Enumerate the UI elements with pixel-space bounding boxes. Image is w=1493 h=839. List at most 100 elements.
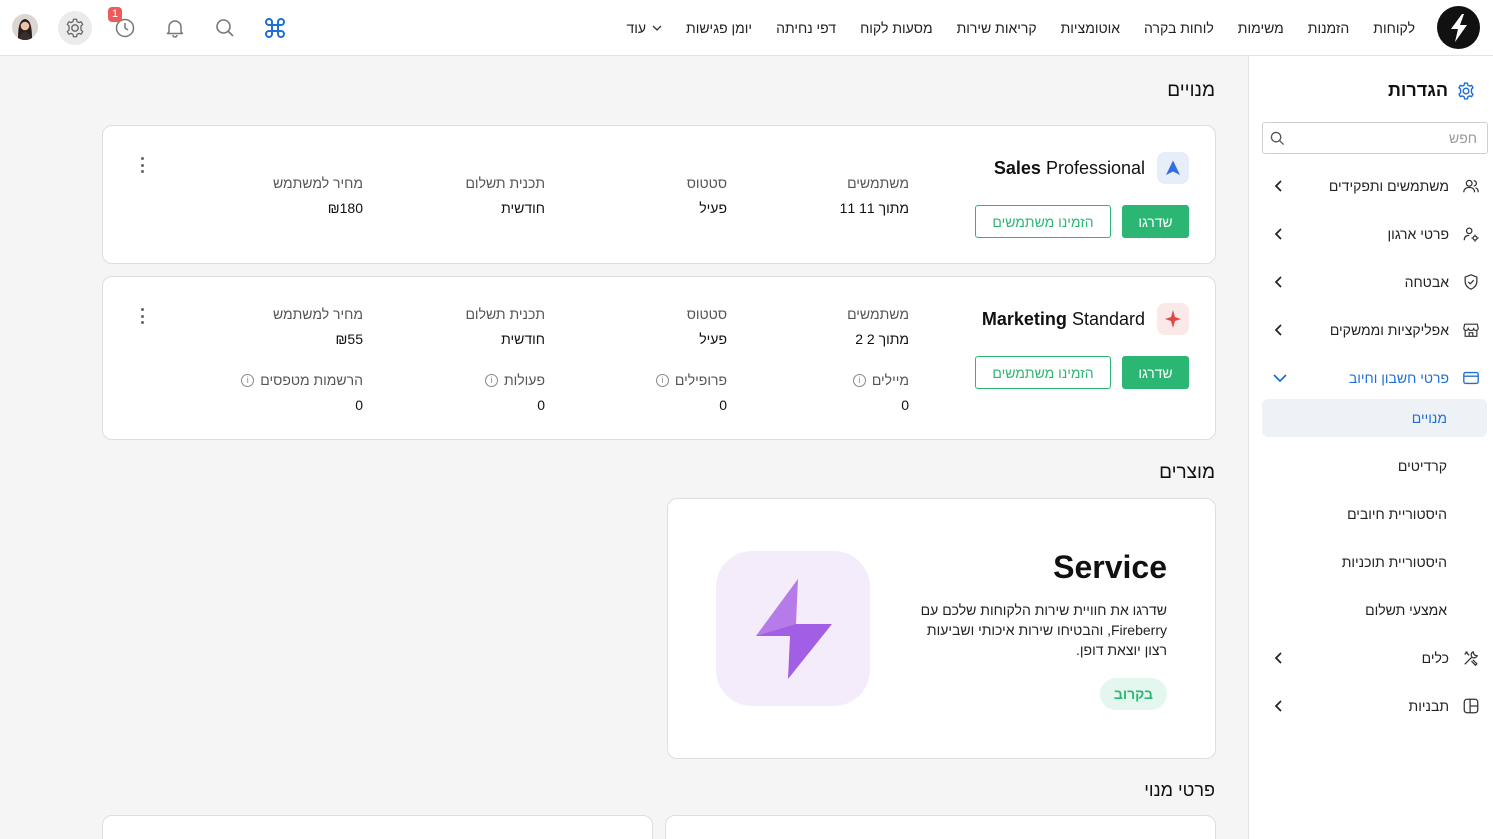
chevron-left-icon <box>1274 324 1282 336</box>
emails-value: 0 <box>901 397 909 413</box>
nav-item-customer-journeys[interactable]: מסעות לקוח <box>860 20 933 36</box>
more-options-icon[interactable] <box>139 157 145 173</box>
nav-item-dashboards[interactable]: לוחות בקרה <box>1144 20 1214 36</box>
upgrade-button[interactable]: שדרגו <box>1122 356 1189 389</box>
actions-header: פעולות i <box>363 372 545 388</box>
notification-count-badge: 1 <box>108 7 122 22</box>
plan-name-rest: Professional <box>1045 158 1145 178</box>
sidebar-item-label: משתמשים ותפקידים <box>1328 178 1449 194</box>
payment-plan-column: תכנית תשלום חודשית <box>363 175 545 216</box>
nav-item-service-calls[interactable]: קריאות שירות <box>957 20 1037 36</box>
form-signups-column: הרשמות מטפסים i 0 <box>181 372 363 413</box>
sidebar-subitem-subscriptions[interactable]: מנויים <box>1262 399 1487 437</box>
sidebar-item-label: פרטי ארגון <box>1387 226 1449 242</box>
sidebar-subitem-credits[interactable]: קרדיטים <box>1262 447 1487 485</box>
profiles-value: 0 <box>719 397 727 413</box>
credit-card-icon <box>1461 368 1481 388</box>
settings-sidebar: הגדרות משתמשים ותפקידים פרטי ארגון אבטחה… <box>1248 56 1493 839</box>
invite-users-button[interactable]: הזמינו משתמשים <box>975 356 1111 389</box>
plan-card-sales: Sales Professional שדרגו הזמינו משתמשים … <box>102 125 1216 264</box>
sidebar-subitem-billing-history[interactable]: היסטוריית חיובים <box>1262 495 1487 533</box>
settings-title: הגדרות <box>1388 80 1476 101</box>
fireberry-logo[interactable] <box>1437 6 1480 49</box>
search-icon <box>216 19 234 37</box>
navigation-arrow-icon <box>1157 152 1189 184</box>
sidebar-item-label: אפליקציות וממשקים <box>1329 322 1449 338</box>
subscription-details-card-right <box>665 815 1216 839</box>
profiles-column: פרופילים i 0 <box>545 372 727 413</box>
gear-icon <box>1458 81 1474 100</box>
sidebar-subitem-plan-history[interactable]: היסטוריית תוכניות <box>1262 543 1487 581</box>
chevron-left-icon <box>1274 700 1282 712</box>
users-column: משתמשים 2 מתוך 2 <box>727 306 909 347</box>
sidebar-item-templates[interactable]: תבניות <box>1261 686 1487 726</box>
sidebar-item-apps-integrations[interactable]: אפליקציות וממשקים <box>1261 310 1487 350</box>
price-label: מחיר למשתמש <box>272 175 363 191</box>
payment-plan-value: חודשית <box>501 200 545 216</box>
sidebar-item-label: כלים <box>1421 650 1449 666</box>
subscription-details-card-left <box>102 815 653 839</box>
profiles-label: פרופילים <box>674 372 727 388</box>
actions-label: פעולות <box>503 372 545 388</box>
org-settings-icon <box>1461 224 1481 244</box>
chevron-down-icon <box>652 25 662 31</box>
upgrade-button[interactable]: שדרגו <box>1122 205 1189 238</box>
nav-item-more[interactable]: עוד <box>626 20 662 36</box>
chevron-left-icon <box>1274 228 1282 240</box>
price-column: מחיר למשתמש ₪55 <box>181 306 363 347</box>
sidebar-subitem-payment-methods[interactable]: אמצעי תשלום <box>1262 591 1487 629</box>
more-options-icon[interactable] <box>139 308 145 324</box>
sidebar-item-org-details[interactable]: פרטי ארגון <box>1261 214 1487 254</box>
star-spark-icon <box>1157 303 1189 335</box>
sidebar-item-security[interactable]: אבטחה <box>1261 262 1487 302</box>
settings-title-label: הגדרות <box>1388 80 1448 100</box>
sidebar-item-label: פרטי חשבון וחיוב <box>1348 370 1449 386</box>
settings-button[interactable] <box>58 11 92 45</box>
info-icon[interactable]: i <box>655 373 669 387</box>
nav-item-tasks[interactable]: משימות <box>1238 20 1284 36</box>
status-value: פעיל <box>699 200 727 216</box>
chevron-left-icon <box>1274 180 1282 192</box>
price-value: ₪180 <box>327 200 363 216</box>
gear-icon <box>66 18 84 38</box>
top-nav-bar: לקוחות הזמנות משימות לוחות בקרה אוטומציו… <box>0 0 1493 56</box>
actions-value: 0 <box>537 397 545 413</box>
info-icon[interactable]: i <box>241 373 255 387</box>
search-icon <box>1270 131 1285 146</box>
nav-item-orders[interactable]: הזמנות <box>1308 20 1350 36</box>
info-icon[interactable]: i <box>484 373 498 387</box>
actions-column: פעולות i 0 <box>363 372 545 413</box>
payment-plan-value: חודשית <box>501 331 545 347</box>
user-avatar[interactable] <box>12 14 38 40</box>
avatar-image <box>12 14 38 40</box>
plan-name: Marketing Standard <box>982 309 1145 330</box>
sidebar-item-tools[interactable]: כלים <box>1261 638 1487 678</box>
plan-name-bold: Marketing <box>981 309 1067 329</box>
nav-more-label: עוד <box>626 20 647 36</box>
search-button[interactable] <box>208 11 242 45</box>
emails-column: מיילים i 0 <box>727 372 909 413</box>
nav-item-customers[interactable]: לקוחות <box>1373 20 1415 36</box>
plan-card-marketing: Marketing Standard שדרגו הזמינו משתמשים … <box>102 276 1216 440</box>
products-heading: מוצרים <box>1159 462 1215 483</box>
chevron-left-icon <box>1274 652 1282 664</box>
nav-item-meetings[interactable]: יומן פגישות <box>686 20 752 36</box>
plan-name-bold: Sales <box>993 158 1041 178</box>
info-icon[interactable]: i <box>852 373 866 387</box>
users-icon <box>1461 176 1481 196</box>
apps-grid-button[interactable] <box>258 11 292 45</box>
nav-item-landing-pages[interactable]: דפי נחיתה <box>776 20 836 36</box>
users-label: משתמשים <box>847 306 909 322</box>
nav-item-automations[interactable]: אוטומציות <box>1061 20 1120 36</box>
invite-users-button[interactable]: הזמינו משתמשים <box>975 205 1111 238</box>
notifications-button[interactable] <box>158 11 192 45</box>
sidebar-item-account-billing[interactable]: פרטי חשבון וחיוב <box>1261 358 1487 398</box>
sidebar-item-users-roles[interactable]: משתמשים ותפקידים <box>1261 166 1487 206</box>
sidebar-item-label: תבניות <box>1408 698 1449 714</box>
users-label: משתמשים <box>847 175 909 191</box>
users-column: משתמשים 11 מתוך 11 <box>727 175 909 216</box>
emails-label: מיילים <box>871 372 909 388</box>
logo-mark-icon <box>1450 13 1467 42</box>
payment-plan-column: תכנית תשלום חודשית <box>363 306 545 347</box>
settings-search-input[interactable] <box>1263 123 1487 153</box>
